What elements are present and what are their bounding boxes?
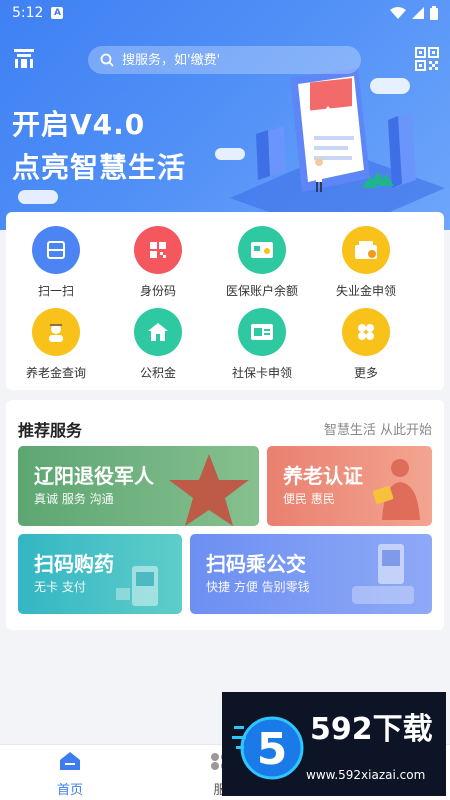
tile-subtitle: 真诚 服务 沟通 xyxy=(34,492,114,506)
more-icon xyxy=(342,308,390,356)
tile-title: 扫码购药 xyxy=(34,552,114,576)
id-code-icon xyxy=(134,226,182,274)
wifi-icon xyxy=(390,7,406,19)
service-housing-fund[interactable]: 公积金 xyxy=(108,308,208,381)
watermark-number: 5 xyxy=(257,724,288,775)
person-icon xyxy=(372,459,420,520)
service-social-card[interactable]: 社保卡申领 xyxy=(212,308,312,381)
service-label: 社保卡申领 xyxy=(231,366,292,380)
recommend-title: 推荐服务 xyxy=(18,421,83,440)
service-label: 失业金申领 xyxy=(335,284,396,298)
search-bar[interactable] xyxy=(88,46,361,74)
app-logo-icon[interactable] xyxy=(12,46,36,70)
watermark-logo: 5 592下载 www.592xiazai.com xyxy=(222,692,446,796)
city-illustration xyxy=(230,68,445,230)
tile-title: 辽阳退役军人 xyxy=(34,464,154,488)
bus-card-icon xyxy=(352,544,414,604)
recommend-section: 推荐服务 智慧生活 从此开始 辽阳退役军人 真诚 服务 沟通 养老认证 便民 惠… xyxy=(6,400,444,630)
tile-scan-bus[interactable]: 扫码乘公交 快捷 方便 告别零钱 xyxy=(190,534,432,614)
scan-icon xyxy=(32,226,80,274)
medical-card-icon xyxy=(238,226,286,274)
hero-title-line2: 点亮智慧生活 xyxy=(12,151,187,184)
status-time: 5:12 xyxy=(12,5,44,21)
social-card-icon xyxy=(238,308,286,356)
watermark-text: 592下载 xyxy=(310,712,433,747)
service-more[interactable]: 更多 xyxy=(316,308,416,381)
tile-title: 扫码乘公交 xyxy=(206,552,306,576)
battery-icon xyxy=(430,6,438,20)
tile-veterans[interactable]: 辽阳退役军人 真诚 服务 沟通 xyxy=(18,446,259,526)
recommend-subtitle: 智慧生活 从此开始 xyxy=(323,423,432,438)
service-unemployment[interactable]: 失业金申领 xyxy=(316,226,416,299)
star-icon xyxy=(169,454,249,526)
service-grid: 扫一扫 身份码 医保账户余额 失业金申领 养老金查询 公积金 社保卡申领 更多 xyxy=(6,212,444,390)
service-label: 更多 xyxy=(353,366,378,380)
service-id-code[interactable]: 身份码 xyxy=(108,226,208,299)
hero-banner[interactable]: 开启V4.0 点亮智慧生活 xyxy=(0,0,450,230)
service-label: 扫一扫 xyxy=(37,284,74,298)
qr-scan-icon[interactable] xyxy=(414,46,440,72)
elder-icon xyxy=(32,308,80,356)
search-input[interactable] xyxy=(122,52,342,68)
tile-title: 养老认证 xyxy=(283,464,363,488)
watermark-badge-icon: 5 xyxy=(232,716,304,780)
status-bar: 5:12 A xyxy=(0,0,450,26)
tile-scan-medicine[interactable]: 扫码购药 无卡 支付 xyxy=(18,534,182,614)
notification-badge: A xyxy=(51,7,64,19)
nav-label: 首页 xyxy=(56,783,83,798)
service-scan[interactable]: 扫一扫 xyxy=(6,226,106,299)
phone-icon xyxy=(116,566,158,606)
nav-home[interactable]: 首页 xyxy=(30,751,110,798)
service-label: 养老金查询 xyxy=(25,366,86,380)
hero-title-line1: 开启V4.0 xyxy=(12,108,146,141)
service-label: 公积金 xyxy=(139,366,176,380)
search-icon xyxy=(100,53,114,67)
wallet-icon xyxy=(342,226,390,274)
service-medical-balance[interactable]: 医保账户余额 xyxy=(212,226,312,299)
service-label: 身份码 xyxy=(139,284,176,298)
home-icon xyxy=(60,752,80,770)
signal-icon xyxy=(412,7,424,19)
house-icon xyxy=(134,308,182,356)
tile-subtitle: 无卡 支付 xyxy=(34,580,86,594)
tile-pension-auth[interactable]: 养老认证 便民 惠民 xyxy=(267,446,432,526)
tile-subtitle: 便民 惠民 xyxy=(283,492,335,506)
watermark-url: www.592xiazai.com xyxy=(306,768,426,782)
service-pension[interactable]: 养老金查询 xyxy=(6,308,106,381)
tile-subtitle: 快捷 方便 告别零钱 xyxy=(206,580,310,594)
cloud-decoration xyxy=(18,190,58,204)
service-label: 医保账户余额 xyxy=(225,284,298,298)
